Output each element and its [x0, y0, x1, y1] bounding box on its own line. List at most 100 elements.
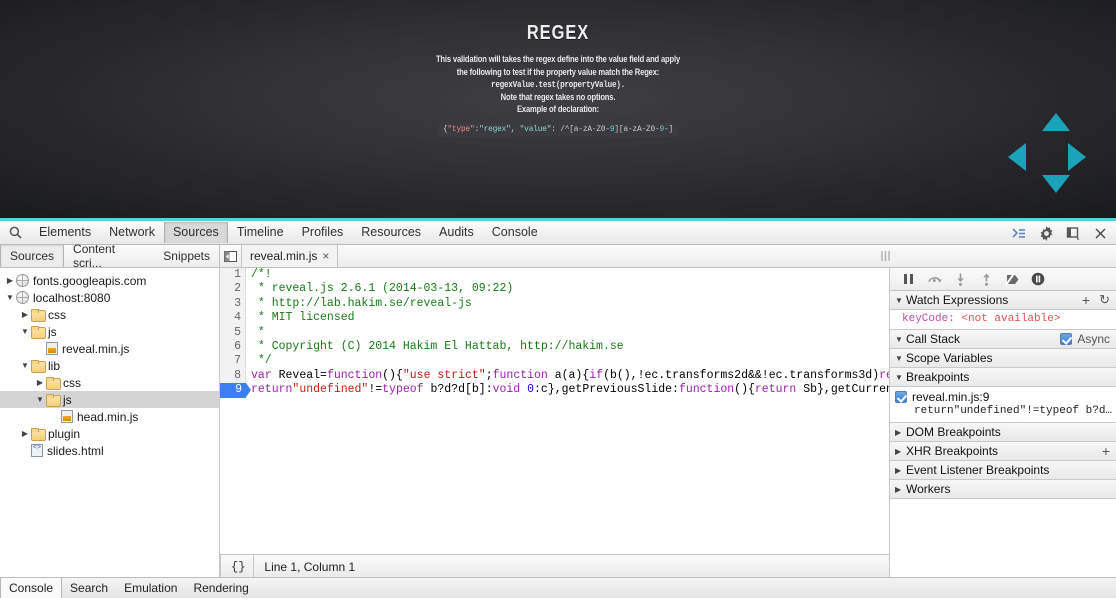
line-number[interactable]: 5: [220, 325, 246, 340]
arrow-right-icon[interactable]: [1068, 143, 1086, 171]
line-number[interactable]: 8: [220, 368, 246, 384]
editor-file-tab-close-icon[interactable]: ×: [322, 249, 329, 263]
tree-item-css[interactable]: ▶ css: [0, 374, 219, 391]
code-line[interactable]: 6 * Copyright (C) 2014 Hakim El Hattab, …: [220, 339, 889, 355]
code-line[interactable]: 7 */: [220, 354, 889, 369]
panel-tab-profiles[interactable]: Profiles: [293, 222, 353, 243]
code-line[interactable]: 2 * reveal.js 2.6.1 (2014-03-13, 09:22): [220, 282, 889, 297]
panel-tab-sources[interactable]: Sources: [163, 222, 228, 243]
watch-refresh-icon[interactable]: ↻: [1099, 292, 1110, 308]
subtoolbar-right-spacer: [881, 245, 1116, 267]
section-breakpoints[interactable]: ▼ Breakpoints: [890, 368, 1116, 387]
tree-twisty-icon[interactable]: ▼: [34, 391, 46, 408]
close-icon[interactable]: [1092, 225, 1108, 241]
editor-file-tab[interactable]: reveal.min.js ×: [242, 245, 339, 267]
sub-tab-sources[interactable]: Sources: [0, 245, 65, 267]
code-token: !=: [368, 383, 383, 397]
tree-item-head-min-js[interactable]: head.min.js: [0, 408, 219, 425]
async-checkbox[interactable]: [1060, 333, 1073, 345]
watch-expression-row[interactable]: keyCode: <not available>: [890, 310, 1116, 329]
drawer-tab-rendering[interactable]: Rendering: [185, 578, 256, 598]
section-call-stack[interactable]: ▼ Call Stack Async: [890, 330, 1116, 349]
code-token: return: [251, 383, 293, 397]
console-drawer-icon[interactable]: [1011, 225, 1027, 241]
resize-grip-icon[interactable]: [881, 250, 890, 262]
step-into-icon[interactable]: [952, 271, 968, 287]
section-xhr-breakpoints[interactable]: ▶ XHR Breakpoints +: [890, 442, 1116, 461]
line-number[interactable]: 1: [220, 268, 246, 283]
slide-navigation-controls[interactable]: [1006, 107, 1106, 207]
sub-tab-content-scripts[interactable]: Content scri...: [64, 242, 154, 270]
call-stack-async-control[interactable]: Async: [1060, 332, 1110, 346]
tree-item-localhost-8080[interactable]: ▼ localhost:8080: [0, 289, 219, 306]
tree-item-plugin[interactable]: ▶ plugin: [0, 425, 219, 442]
tree-item-lib[interactable]: ▼ lib: [0, 357, 219, 374]
section-watch-expressions[interactable]: ▼ Watch Expressions + ↻: [890, 291, 1116, 310]
panel-tab-network[interactable]: Network: [100, 222, 164, 243]
breakpoint-checkbox[interactable]: [895, 391, 907, 403]
tree-twisty-icon[interactable]: ▶: [19, 306, 31, 323]
arrow-down-icon[interactable]: [1042, 175, 1070, 193]
toggle-navigator-icon[interactable]: [220, 245, 242, 267]
step-out-icon[interactable]: [978, 271, 994, 287]
tree-twisty-icon[interactable]: ▶: [19, 425, 31, 442]
tree-twisty-icon[interactable]: ▼: [19, 323, 31, 340]
code-line[interactable]: 5 *: [220, 325, 889, 340]
panel-tab-timeline[interactable]: Timeline: [228, 222, 293, 243]
code-line[interactable]: 3 * http://lab.hakim.se/reveal-js: [220, 296, 889, 312]
tree-twisty-icon[interactable]: ▶: [34, 374, 46, 391]
event-listener-twisty-icon: ▶: [895, 465, 902, 475]
tree-twisty-icon[interactable]: ▼: [4, 289, 16, 306]
file-navigator[interactable]: ▶ fonts.googleapis.com ▼ localhost:8080 ▶ css…: [0, 268, 220, 578]
panel-tab-resources[interactable]: Resources: [352, 222, 430, 243]
pretty-print-icon[interactable]: {}: [221, 560, 253, 574]
tree-item-css[interactable]: ▶ css: [0, 306, 219, 323]
drawer-tab-search[interactable]: Search: [62, 578, 116, 598]
sub-tab-snippets[interactable]: Snippets: [154, 245, 219, 267]
deactivate-breakpoints-icon[interactable]: [1004, 271, 1020, 287]
pause-icon[interactable]: [900, 271, 916, 287]
tree-item-fonts-googleapis-com[interactable]: ▶ fonts.googleapis.com: [0, 272, 219, 289]
tree-twisty-icon[interactable]: ▶: [4, 272, 16, 289]
drawer-tab-emulation[interactable]: Emulation: [116, 578, 185, 598]
line-number[interactable]: 2: [220, 282, 246, 297]
line-number[interactable]: 4: [220, 311, 246, 326]
tree-item-js[interactable]: ▼ js: [0, 323, 219, 340]
breakpoint-list-item[interactable]: reveal.min.js:9 return"undefined"!=typeo…: [890, 387, 1116, 423]
drawer-tab-console[interactable]: Console: [0, 578, 63, 598]
code-line[interactable]: 8 var Reveal=function(){"use strict";func…: [220, 368, 889, 384]
search-icon[interactable]: [0, 226, 30, 239]
arrow-left-icon[interactable]: [1008, 143, 1026, 171]
panel-tab-audits[interactable]: Audits: [430, 222, 483, 243]
section-scope-variables[interactable]: ▼ Scope Variables: [890, 349, 1116, 368]
arrow-up-icon[interactable]: [1042, 113, 1070, 131]
panel-tab-elements[interactable]: Elements: [30, 222, 100, 243]
tree-twisty-icon[interactable]: ▼: [19, 357, 31, 374]
code-regex-part-a: /^[a-zA-Z0-: [560, 123, 610, 134]
pause-on-exceptions-icon[interactable]: [1030, 271, 1046, 287]
code-line[interactable]: 4 * MIT licensed: [220, 311, 889, 326]
section-dom-breakpoints[interactable]: ▶ DOM Breakpoints: [890, 423, 1116, 442]
code-area[interactable]: 1/*! 2 * reveal.js 2.6.1 (2014-03-13, 09:…: [220, 268, 889, 554]
section-event-listener-breakpoints[interactable]: ▶ Event Listener Breakpoints: [890, 461, 1116, 480]
code-line[interactable]: 1 /*!: [220, 268, 889, 283]
watch-add-icon[interactable]: +: [1082, 292, 1090, 308]
line-number[interactable]: 3: [220, 296, 246, 312]
xhr-add-icon[interactable]: +: [1102, 443, 1110, 459]
gear-icon[interactable]: [1038, 225, 1054, 241]
code-line[interactable]: 9 return"undefined"!=typeof b?d?d[b]:void…: [220, 383, 889, 398]
section-workers[interactable]: ▶ Workers: [890, 480, 1116, 499]
dom-breakpoints-title: DOM Breakpoints: [906, 425, 1001, 439]
panel-tab-console[interactable]: Console: [483, 222, 547, 243]
step-over-icon[interactable]: [926, 271, 942, 287]
code-line-text: * http://lab.hakim.se/reveal-js: [246, 297, 472, 311]
code-token: function: [492, 368, 548, 382]
line-number[interactable]: 7: [220, 354, 246, 369]
dock-side-icon[interactable]: [1065, 225, 1081, 241]
call-stack-twisty-icon: ▼: [895, 334, 903, 344]
tree-item-reveal-min-js[interactable]: reveal.min.js: [0, 340, 219, 357]
line-number[interactable]: 9: [220, 383, 251, 398]
line-number[interactable]: 6: [220, 339, 246, 355]
tree-item-js[interactable]: ▼ js: [0, 391, 219, 408]
tree-item-slides-html[interactable]: slides.html: [0, 442, 219, 459]
